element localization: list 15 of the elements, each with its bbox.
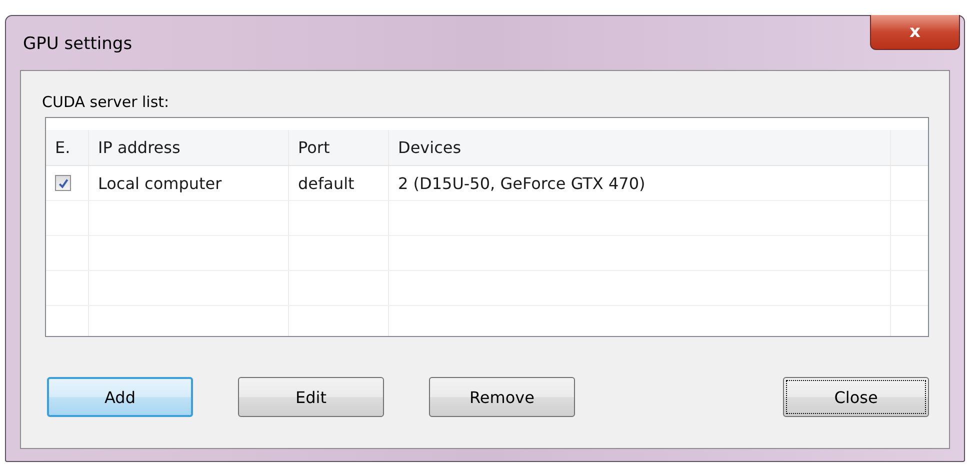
table-cell: 2 (D15U-50, GeForce GTX 470) <box>398 174 646 192</box>
column-header[interactable]: Port <box>298 138 330 157</box>
column-header[interactable]: IP address <box>98 138 180 157</box>
title-bar-x-button[interactable]: x <box>870 15 960 50</box>
dialog-button[interactable]: Add <box>47 377 193 417</box>
table-cell: default <box>298 174 354 192</box>
dialog-button[interactable]: Remove <box>429 377 575 417</box>
dialog-button[interactable]: Edit <box>238 377 384 417</box>
window-title: GPU settings <box>23 34 132 54</box>
dialog-button[interactable]: Close <box>783 377 929 417</box>
column-header[interactable]: E. <box>55 138 70 157</box>
column-header[interactable]: Devices <box>398 138 462 157</box>
checkbox[interactable] <box>55 175 71 191</box>
list-label: CUDA server list: <box>42 93 170 111</box>
table-cell: Local computer <box>98 174 222 192</box>
